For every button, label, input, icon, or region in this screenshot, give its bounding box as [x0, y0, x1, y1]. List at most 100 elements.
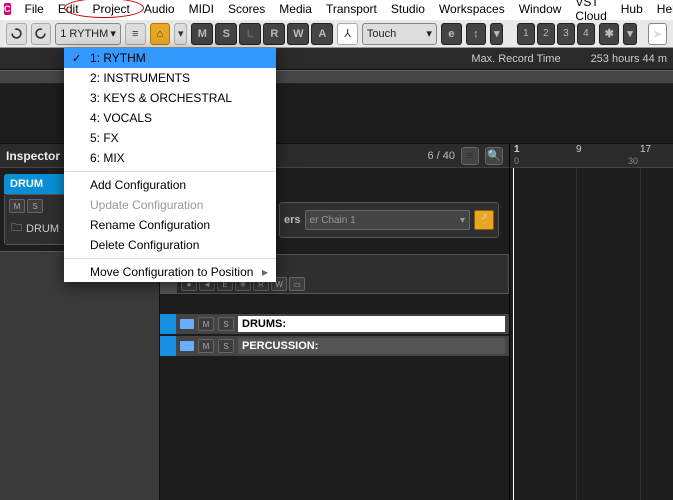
pointer-tool[interactable]: ➤: [648, 23, 667, 45]
config-add[interactable]: Add Configuration: [64, 175, 276, 195]
track-count: 6 / 40: [427, 150, 455, 162]
menu-midi[interactable]: MIDI: [189, 2, 214, 16]
config-action-label: Add Configuration: [90, 178, 186, 192]
tracklist-search-button[interactable]: 🔍: [485, 147, 503, 165]
pointer-icon: ➤: [653, 27, 663, 41]
undo-button[interactable]: [6, 23, 27, 45]
folder-solo-button[interactable]: S: [218, 317, 234, 331]
config-item-1[interactable]: ✓ 1: RYTHM: [64, 48, 276, 68]
menu-workspaces[interactable]: Workspaces: [439, 2, 505, 16]
config-item-4[interactable]: 4: VOCALS: [64, 108, 276, 128]
mute-all-button[interactable]: M: [191, 23, 213, 45]
folder-track-drums[interactable]: M S DRUMS:: [160, 314, 509, 334]
config-action-label: Update Configuration: [90, 198, 203, 212]
solo-all-button[interactable]: S: [215, 23, 237, 45]
check-icon: ✓: [72, 52, 81, 65]
ruler-bar-3: 17: [640, 144, 651, 155]
gear-dropdown[interactable]: ▾: [623, 23, 636, 45]
timeline-ruler[interactable]: 1 9 17 0 30: [510, 144, 673, 168]
config-item-label: 2: INSTRUMENTS: [90, 71, 190, 85]
list-icon: ≡: [132, 28, 138, 40]
gear-button[interactable]: ✱: [599, 23, 620, 45]
overlap-dropdown[interactable]: ▾: [490, 23, 503, 45]
menu-vstcloud[interactable]: VST Cloud: [575, 0, 606, 23]
insp-mute-button[interactable]: M: [9, 199, 25, 213]
redo-button[interactable]: [31, 23, 52, 45]
config-item-6[interactable]: 6: MIX: [64, 148, 276, 168]
send-bypass-button[interactable]: ♪: [474, 210, 494, 230]
read-all-button[interactable]: R: [263, 23, 285, 45]
menu-transport[interactable]: Transport: [326, 2, 377, 16]
power-icon: ♪: [475, 211, 493, 222]
redo-icon: [35, 28, 46, 39]
menu-hub[interactable]: Hub: [621, 2, 643, 16]
config-action-label: Rename Configuration: [90, 218, 210, 232]
menu-file[interactable]: File: [25, 2, 44, 16]
overlap-button[interactable]: ↕: [466, 23, 487, 45]
config-item-label: 1: RYTHM: [90, 51, 146, 65]
menu-studio[interactable]: Studio: [391, 2, 425, 16]
e-button[interactable]: e: [441, 23, 462, 45]
inspector-empty: [0, 251, 159, 500]
undo-icon: [11, 28, 22, 39]
config-dropdown-button[interactable]: 1 RYTHM ▾: [55, 23, 121, 45]
folder-name: PERCUSSION:: [242, 340, 318, 352]
folder-track-percussion[interactable]: M S PERCUSSION:: [160, 336, 509, 356]
state-button-group: M S L R W A: [191, 23, 333, 45]
folder-icon: [180, 341, 194, 351]
ruler-bar-1: 1: [514, 144, 520, 155]
write-all-button[interactable]: W: [287, 23, 309, 45]
menu-project[interactable]: Project: [93, 2, 130, 16]
dropdown-separator: [64, 171, 276, 172]
ruler-bar-2: 9: [576, 144, 582, 155]
track-lanes-button[interactable]: ▭: [289, 277, 305, 291]
inspector-folder-name: DRUM: [26, 223, 59, 235]
tracklist-filter-button[interactable]: ≡: [461, 147, 479, 165]
menu-audio[interactable]: Audio: [144, 2, 175, 16]
home-button[interactable]: ⌂: [150, 23, 171, 45]
config-dropdown-menu: ✓ 1: RYTHM 2: INSTRUMENTS 3: KEYS & ORCH…: [64, 48, 276, 282]
config-rename[interactable]: Rename Configuration: [64, 215, 276, 235]
playhead[interactable]: [513, 168, 514, 500]
menu-scores[interactable]: Scores: [228, 2, 265, 16]
menu-edit[interactable]: Edit: [58, 2, 79, 16]
config-move-submenu[interactable]: Move Configuration to Position ▸: [64, 262, 276, 282]
folder-name: DRUMS:: [242, 318, 286, 330]
home-dropdown[interactable]: ▾: [174, 23, 187, 45]
marker-1-button[interactable]: 1: [517, 23, 535, 45]
config-item-label: 4: VOCALS: [90, 111, 152, 125]
menu-media[interactable]: Media: [279, 2, 312, 16]
listen-all-button[interactable]: L: [239, 23, 261, 45]
menu-help[interactable]: Help: [657, 2, 673, 16]
automation-all-button[interactable]: A: [311, 23, 333, 45]
folder-icon: 🗀: [11, 219, 22, 238]
insp-solo-button[interactable]: S: [27, 199, 43, 213]
automation-mode-dropdown[interactable]: Touch ▾: [362, 23, 437, 45]
menu-window[interactable]: Window: [519, 2, 562, 16]
config-item-label: 6: MIX: [90, 151, 125, 165]
folder-solo-button[interactable]: S: [218, 339, 234, 353]
config-dropdown-label: 1 RYTHM: [60, 28, 108, 40]
send-slot-1[interactable]: er Chain 1▾: [305, 210, 470, 230]
chevron-down-icon: ▾: [178, 27, 184, 40]
list-view-button[interactable]: ≡: [125, 23, 146, 45]
chevron-right-icon: ▸: [262, 265, 268, 279]
config-submenu-label: Move Configuration to Position: [90, 265, 253, 279]
automation-icon-button[interactable]: ⅄: [337, 23, 358, 45]
config-item-5[interactable]: 5: FX: [64, 128, 276, 148]
chevron-down-icon: ▾: [110, 27, 116, 40]
arrange-body[interactable]: [510, 168, 673, 500]
folder-mute-button[interactable]: M: [198, 317, 214, 331]
config-item-2[interactable]: 2: INSTRUMENTS: [64, 68, 276, 88]
config-delete[interactable]: Delete Configuration: [64, 235, 276, 255]
marker-2-button[interactable]: 2: [537, 23, 555, 45]
marker-3-button[interactable]: 3: [557, 23, 575, 45]
chevron-down-icon: ▾: [426, 27, 432, 40]
sends-panel: ers er Chain 1▾ ♪: [279, 202, 499, 238]
dropdown-separator: [64, 258, 276, 259]
folder-mute-button[interactable]: M: [198, 339, 214, 353]
app-logo: C: [4, 3, 11, 15]
config-item-3[interactable]: 3: KEYS & ORCHESTRAL: [64, 88, 276, 108]
folder-color: [160, 336, 176, 356]
marker-4-button[interactable]: 4: [577, 23, 595, 45]
